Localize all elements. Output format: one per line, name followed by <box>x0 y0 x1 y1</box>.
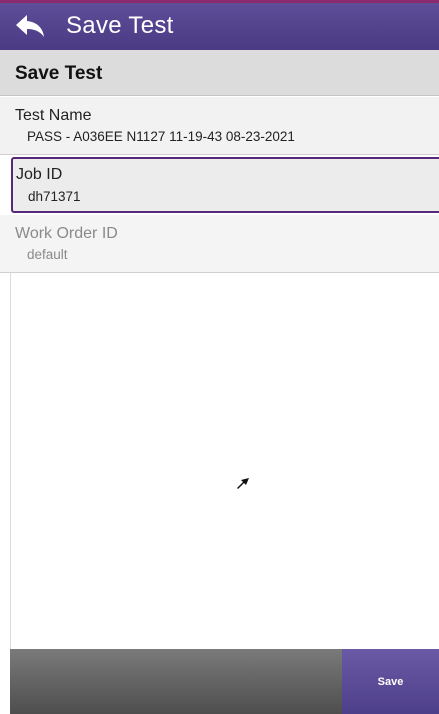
test-name-value: PASS - A036EE N1127 11-19-43 08-23-2021 <box>27 129 295 144</box>
job-id-value: dh71371 <box>28 189 81 204</box>
save-test-screen: Save Test Save Test Test Name PASS - A03… <box>0 0 439 714</box>
section-header: Save Test <box>0 50 439 96</box>
work-order-id-field[interactable]: Work Order ID default <box>0 215 439 273</box>
back-arrow-icon <box>16 15 44 37</box>
work-order-id-label: Work Order ID <box>15 225 118 242</box>
app-bar-top-line <box>0 0 439 3</box>
work-order-id-value: default <box>27 247 68 262</box>
test-name-field[interactable]: Test Name PASS - A036EE N1127 11-19-43 0… <box>0 97 439 155</box>
save-button[interactable]: Save <box>342 649 439 714</box>
app-title: Save Test <box>66 12 174 39</box>
job-id-field[interactable]: Job ID dh71371 <box>11 157 439 213</box>
job-id-label: Job ID <box>16 166 63 183</box>
test-name-label: Test Name <box>15 107 92 124</box>
left-strip <box>0 273 10 714</box>
back-button[interactable] <box>10 10 50 42</box>
mouse-cursor-icon <box>237 478 249 489</box>
section-title: Save Test <box>15 63 103 84</box>
content-area <box>10 273 439 649</box>
app-bar: Save Test <box>0 0 439 50</box>
